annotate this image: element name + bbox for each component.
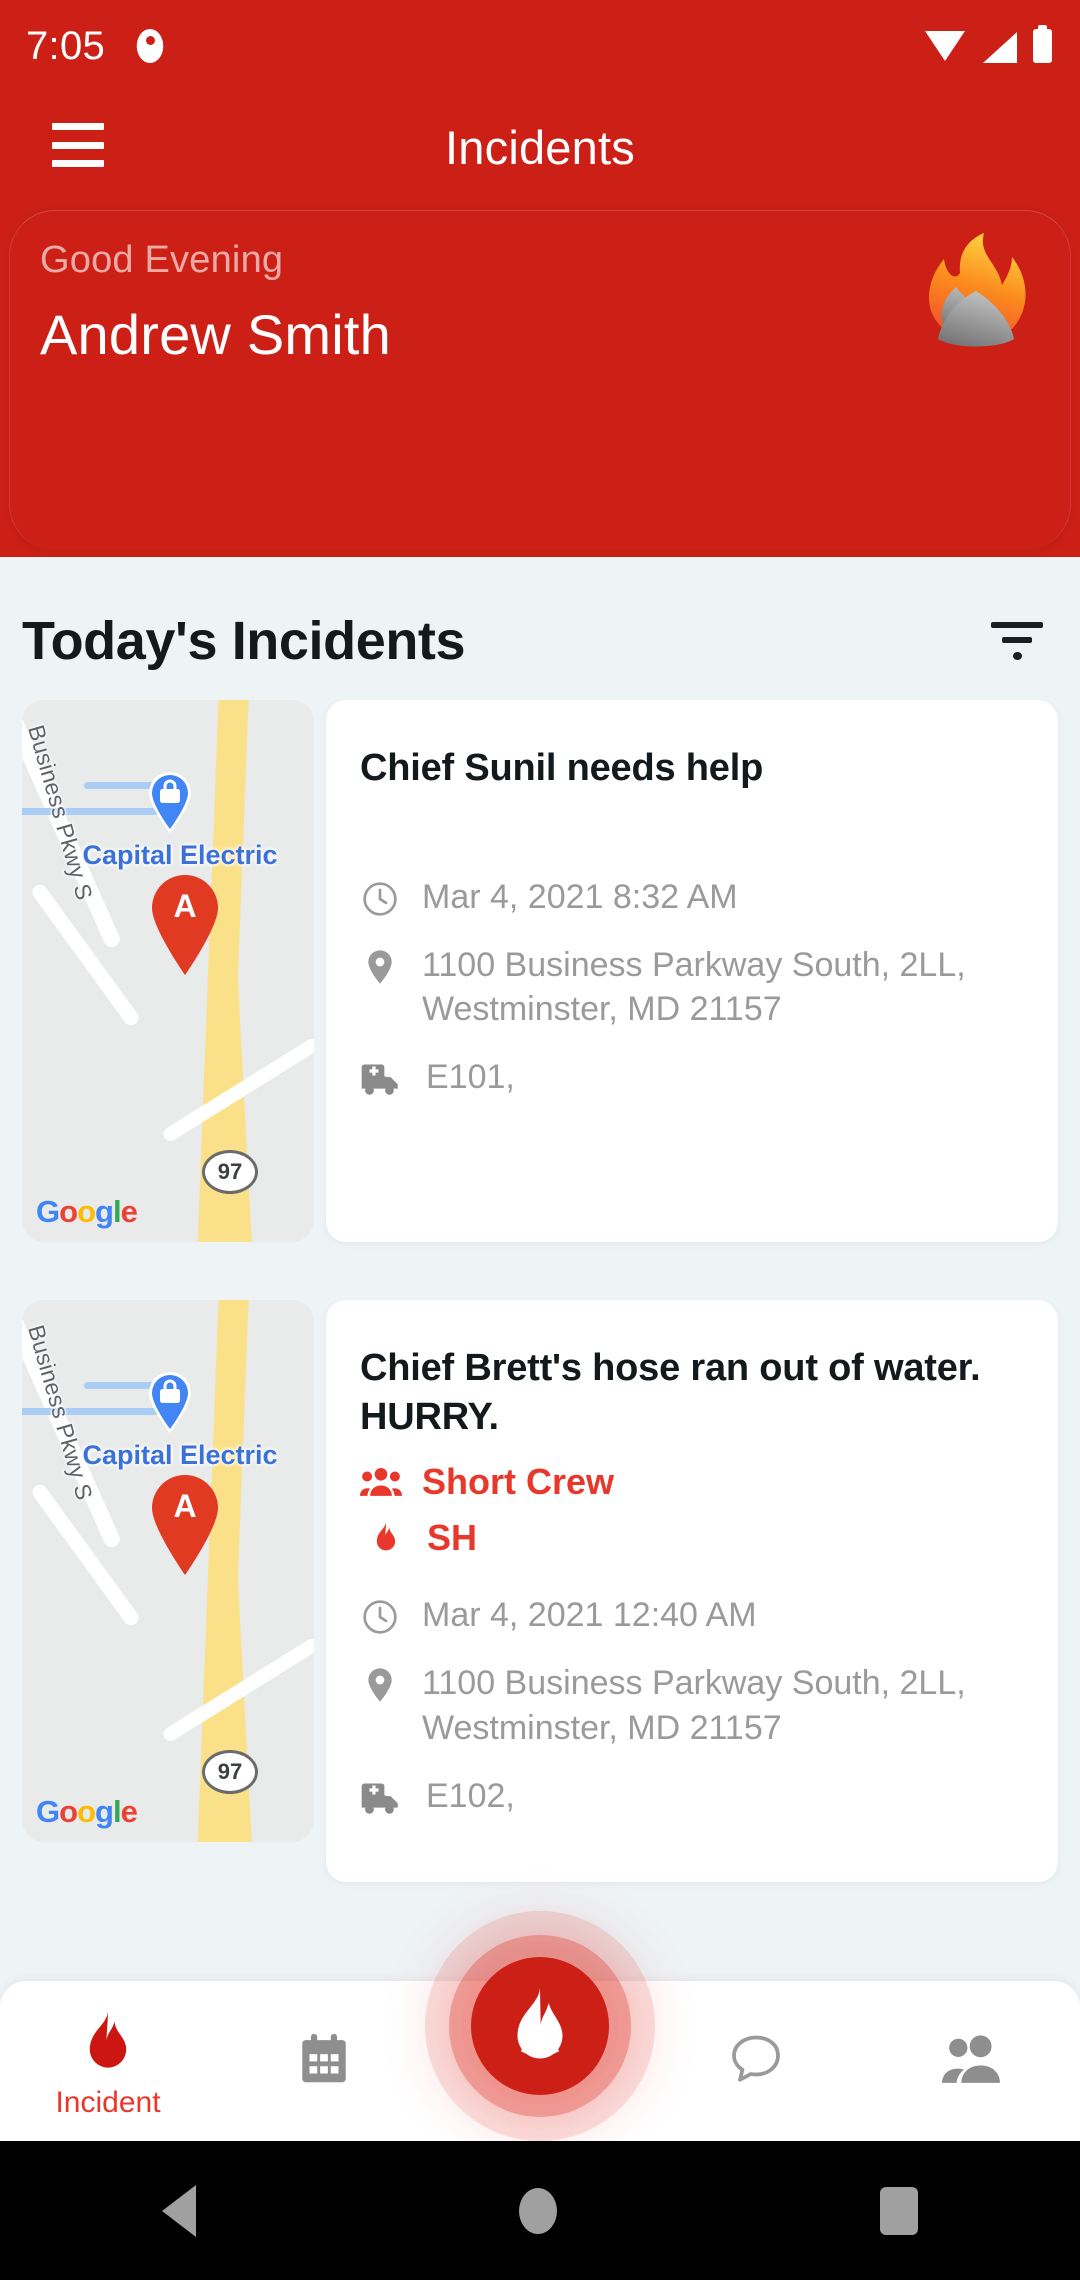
section-header: Today's Incidents bbox=[0, 586, 1080, 696]
status-bar-indicators bbox=[925, 25, 1052, 63]
incident-map-thumbnail[interactable]: Business Pkwy S Capital Electric A 97 Go… bbox=[22, 1300, 314, 1842]
incident-title: Chief Brett's hose ran out of water. HUR… bbox=[360, 1347, 981, 1438]
business-bag-pin-icon bbox=[149, 772, 191, 833]
incident-time-row: Mar 4, 2021 8:32 AM bbox=[360, 875, 1024, 919]
android-navigation-bar bbox=[0, 2141, 1080, 2280]
clock-icon bbox=[363, 1600, 397, 1634]
nav-item-calendar[interactable] bbox=[216, 2021, 432, 2101]
create-incident-fab[interactable] bbox=[471, 1957, 609, 2095]
google-attribution: Google bbox=[36, 1794, 138, 1829]
hamburger-menu-icon[interactable] bbox=[52, 123, 104, 167]
incident-address: 1100 Business Parkway South, 2LL, Westmi… bbox=[422, 1664, 966, 1747]
business-bag-pin-icon bbox=[149, 1372, 191, 1433]
incident-time-row: Mar 4, 2021 12:40 AM bbox=[360, 1593, 1024, 1637]
incident-units: E101, bbox=[426, 1058, 515, 1097]
flame-icon bbox=[89, 2010, 127, 2068]
fire-truck-icon bbox=[361, 1783, 398, 1814]
incident-tags: Short Crew SH bbox=[360, 1461, 1024, 1559]
recents-square-icon[interactable] bbox=[880, 2186, 919, 2235]
page-title: Incidents bbox=[445, 120, 635, 174]
nav-item-chat[interactable] bbox=[648, 2021, 864, 2101]
incident-map-thumbnail[interactable]: Business Pkwy S Capital Electric A 97 Go… bbox=[22, 700, 314, 1242]
incident-location-pin-icon bbox=[152, 875, 218, 975]
fire-flame-logo bbox=[928, 233, 1026, 347]
incident-meta: Mar 4, 2021 8:32 AM 1100 Business Parkwa… bbox=[360, 875, 1024, 1100]
incident-time: Mar 4, 2021 12:40 AM bbox=[422, 1596, 757, 1635]
nav-item-people[interactable] bbox=[864, 2022, 1080, 2100]
cellular-signal-icon bbox=[981, 31, 1017, 63]
incident-location-pin-icon bbox=[152, 1475, 218, 1575]
status-bar-clock: 7:05 bbox=[26, 24, 106, 68]
map-business-label: Capital Electric bbox=[82, 840, 278, 870]
incident-units-row: E101, bbox=[360, 1055, 1024, 1099]
section-title: Today's Incidents bbox=[22, 611, 466, 671]
home-circle-icon[interactable] bbox=[518, 2187, 557, 2234]
crew-people-icon bbox=[360, 1468, 402, 1497]
google-attribution: Google bbox=[36, 1194, 138, 1229]
incident-detail-card[interactable]: Chief Brett's hose ran out of water. HUR… bbox=[326, 1300, 1058, 1882]
incident-detail-card[interactable]: Chief Sunil needs help Mar 4, 2021 8:32 … bbox=[326, 700, 1058, 1242]
incident-address-row: 1100 Business Parkway South, 2LL, Westmi… bbox=[360, 1661, 1024, 1749]
battery-icon bbox=[1033, 25, 1052, 63]
nav-item-incident[interactable]: Incident bbox=[0, 2002, 216, 2120]
incident-units: E102, bbox=[426, 1776, 515, 1815]
incident-list-item[interactable]: Business Pkwy S Capital Electric A 97 Go… bbox=[0, 700, 1080, 1242]
chat-bubble-icon bbox=[732, 2035, 780, 2082]
map-business-label: Capital Electric bbox=[82, 1440, 278, 1470]
highway-shield-icon: 97 bbox=[202, 1150, 258, 1194]
app-header: Incidents bbox=[0, 92, 1080, 202]
nav-item-label: Incident bbox=[55, 2086, 161, 2119]
greeting-card: Good Evening Andrew Smith bbox=[9, 210, 1071, 550]
app-notification-icon bbox=[133, 29, 167, 63]
greeting-user-name: Andrew Smith bbox=[40, 303, 391, 366]
filter-icon[interactable] bbox=[984, 611, 1050, 671]
people-group-icon bbox=[942, 2035, 1000, 2083]
incident-tag-sh: SH bbox=[360, 1517, 1024, 1559]
clock-icon bbox=[363, 881, 397, 916]
incident-units-row: E102, bbox=[360, 1774, 1024, 1818]
incident-list[interactable]: Business Pkwy S Capital Electric A 97 Go… bbox=[0, 700, 1080, 1960]
wifi-icon bbox=[925, 31, 965, 63]
greeting-salutation: Good Evening bbox=[40, 239, 284, 281]
incident-meta: Mar 4, 2021 12:40 AM 1100 Business Parkw… bbox=[360, 1593, 1024, 1818]
incident-address: 1100 Business Parkway South, 2LL, Westmi… bbox=[422, 945, 966, 1028]
incident-address-row: 1100 Business Parkway South, 2LL, Westmi… bbox=[360, 943, 1024, 1031]
fire-flame-fab-icon bbox=[517, 1984, 563, 2059]
location-pin-icon bbox=[368, 1668, 392, 1703]
status-bar: 7:05 bbox=[0, 0, 1080, 92]
highway-shield-icon: 97 bbox=[202, 1750, 258, 1794]
location-pin-icon bbox=[368, 950, 392, 984]
greeting-section: Good Evening Andrew Smith bbox=[0, 202, 1080, 557]
incident-time: Mar 4, 2021 8:32 AM bbox=[422, 877, 738, 916]
back-triangle-icon[interactable] bbox=[161, 2184, 196, 2237]
incident-title: Chief Sunil needs help bbox=[360, 747, 764, 789]
fire-truck-icon bbox=[361, 1064, 398, 1095]
incident-tag-short-crew: Short Crew bbox=[360, 1461, 1024, 1503]
calendar-icon bbox=[302, 2033, 346, 2083]
incident-tag-label: Short Crew bbox=[422, 1461, 615, 1503]
incident-tag-label: SH bbox=[427, 1517, 478, 1559]
flame-icon bbox=[376, 1521, 396, 1551]
incident-list-item[interactable]: Business Pkwy S Capital Electric A 97 Go… bbox=[0, 1300, 1080, 1882]
